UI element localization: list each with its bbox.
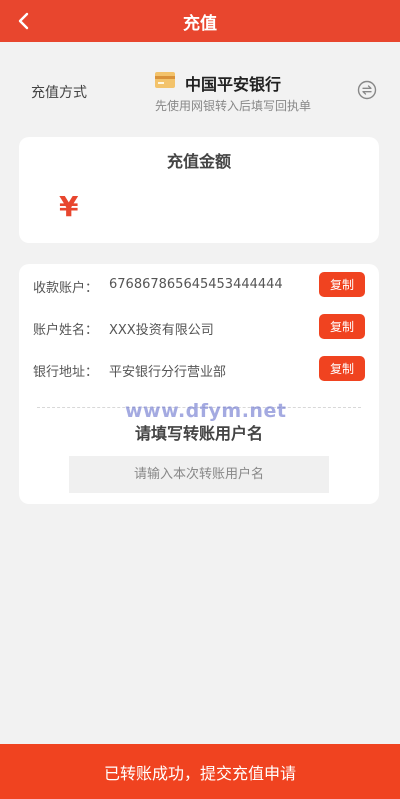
copy-account-number-button[interactable]: 复制 [319, 272, 365, 297]
amount-title: 充值金额 [166, 152, 231, 171]
bank-hint: 先使用网银转入后填写回执单 [155, 99, 312, 113]
switch-arrows-icon[interactable] [357, 80, 377, 100]
account-number-row: 收款账户： 676867865645453444444 复制 [19, 272, 379, 298]
account-name-value: XXX投资有限公司 [109, 323, 214, 338]
info-key: 银行地址： [33, 365, 99, 380]
copy-bank-address-button[interactable]: 复制 [319, 356, 365, 381]
chevron-left-icon [18, 12, 29, 30]
top-bar: 充值 [0, 0, 400, 42]
currency-symbol: ¥ [59, 190, 79, 223]
info-key: 账户姓名： [33, 323, 99, 338]
submit-recharge-button[interactable]: 已转账成功，提交充值申请 [0, 744, 400, 799]
transfer-username-input[interactable] [69, 456, 329, 493]
account-name-row: 账户姓名： XXX投资有限公司 复制 [19, 314, 379, 340]
page-title: 充值 [183, 13, 217, 34]
account-info-card: 收款账户： 676867865645453444444 复制 账户姓名： XXX… [19, 264, 379, 504]
bank-address-row: 银行地址： 平安银行分行营业部 复制 [19, 356, 379, 382]
payment-method-label: 充值方式 [31, 85, 87, 101]
back-button[interactable] [10, 8, 36, 34]
account-number-value: 676867865645453444444 [109, 277, 283, 292]
bank-name: 中国平安银行 [185, 75, 282, 94]
transfer-username-title: 请填写转账用户名 [134, 424, 263, 443]
copy-account-name-button[interactable]: 复制 [319, 314, 365, 339]
amount-input[interactable] [97, 195, 357, 227]
bank-address-value: 平安银行分行营业部 [109, 365, 227, 380]
watermark: www.dfym.net [125, 400, 287, 422]
info-key: 收款账户： [33, 281, 99, 296]
amount-card: 充值金额 ¥ [19, 137, 379, 243]
bank-card-icon [155, 72, 175, 88]
payment-method-section[interactable]: 充值方式 中国平安银行 先使用网银转入后填写回执单 [0, 62, 400, 122]
